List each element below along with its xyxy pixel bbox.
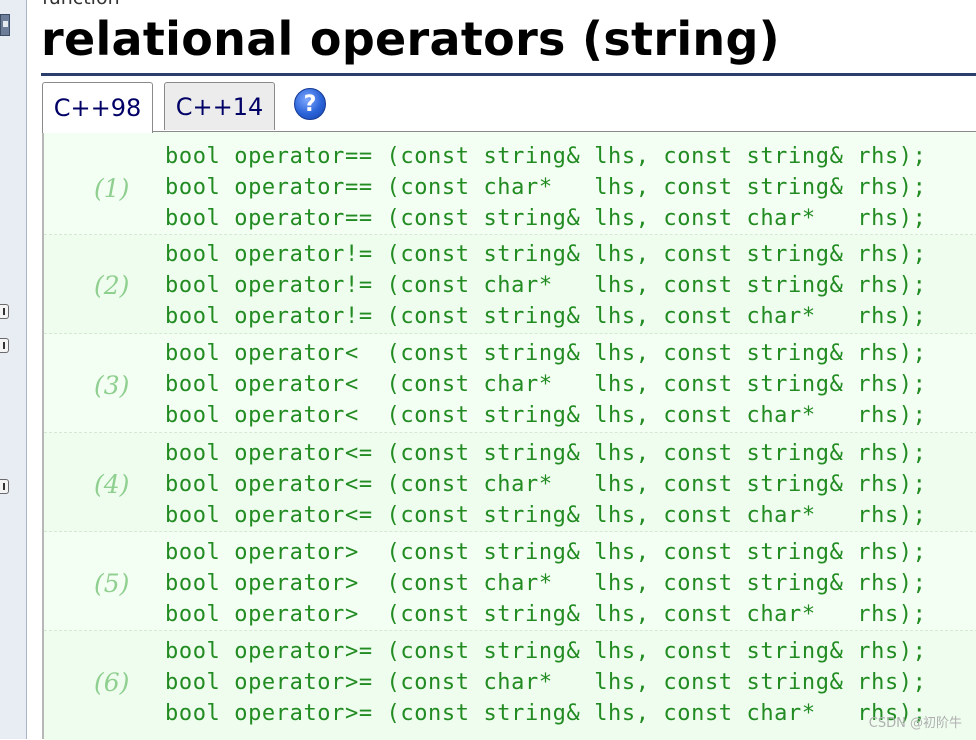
declaration-line: bool operator>= (const char* lhs, const … [165, 670, 927, 695]
declaration-number: (2) [94, 271, 130, 300]
left-sidebar [0, 0, 27, 739]
declaration-line: bool operator!= (const char* lhs, const … [165, 273, 927, 298]
declaration-line: bool operator< (const char* lhs, const s… [165, 372, 927, 397]
declaration-number: (1) [94, 174, 130, 203]
declaration-number: (5) [94, 569, 130, 598]
help-icon[interactable]: ? [294, 88, 326, 120]
sidebar-collapse-handle[interactable] [0, 479, 9, 494]
declaration-line: bool operator<= (const string& lhs, cons… [165, 503, 927, 528]
declaration-number: (3) [94, 371, 130, 400]
declaration-group: (3) bool operator< (const string& lhs, c… [44, 334, 976, 433]
declaration-line: bool operator== (const string& lhs, cons… [165, 206, 927, 231]
declaration-group: (6) bool operator>= (const string& lhs, … [44, 631, 976, 740]
tab-cpp14[interactable]: C++14 [164, 82, 275, 130]
title-divider [41, 73, 976, 76]
declaration-line: bool operator>= (const string& lhs, cons… [165, 639, 927, 664]
declaration-group: (1) bool operator== (const string& lhs, … [44, 136, 976, 235]
sidebar-collapse-handle[interactable] [0, 304, 9, 319]
declaration-line: bool operator== (const string& lhs, cons… [165, 144, 927, 169]
declarations-panel: (1) bool operator== (const string& lhs, … [42, 131, 976, 740]
tab-cpp98[interactable]: C++98 [42, 82, 153, 133]
watermark: CSDN @初阶牛 [868, 716, 962, 731]
declaration-line: bool operator> (const char* lhs, const s… [165, 571, 927, 596]
declaration-group: (2) bool operator!= (const string& lhs, … [44, 235, 976, 334]
declaration-line: bool operator> (const string& lhs, const… [165, 602, 927, 627]
declaration-line: bool operator<= (const char* lhs, const … [165, 472, 927, 497]
declaration-group: (4) bool operator<= (const string& lhs, … [44, 433, 976, 532]
declaration-line: bool operator!= (const string& lhs, cons… [165, 304, 927, 329]
declaration-line: bool operator!= (const string& lhs, cons… [165, 242, 927, 267]
declaration-line: bool operator<= (const string& lhs, cons… [165, 441, 927, 466]
declaration-line: bool operator< (const string& lhs, const… [165, 341, 927, 366]
sidebar-panel-icon[interactable] [0, 14, 10, 36]
declaration-group: (5) bool operator> (const string& lhs, c… [44, 532, 976, 631]
declaration-line: bool operator< (const string& lhs, const… [165, 403, 927, 428]
declaration-line: bool operator>= (const string& lhs, cons… [165, 701, 927, 726]
page-title: relational operators (string) [41, 12, 780, 66]
declaration-line: bool operator> (const string& lhs, const… [165, 540, 927, 565]
declaration-line: bool operator== (const char* lhs, const … [165, 175, 927, 200]
sidebar-collapse-handle[interactable] [0, 338, 9, 353]
page-kind-label: function [42, 0, 120, 8]
declaration-number: (6) [94, 668, 130, 697]
declaration-number: (4) [94, 470, 130, 499]
